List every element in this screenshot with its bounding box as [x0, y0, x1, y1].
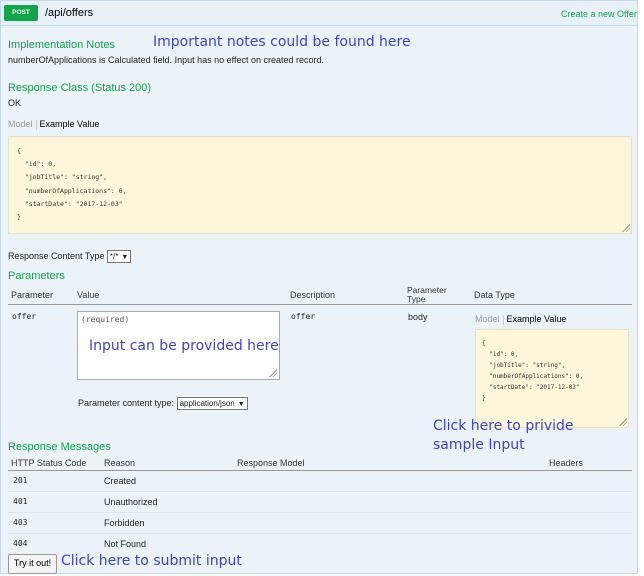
tab-model[interactable]: Model [475, 314, 500, 324]
param-col-parameter-type: Parameter Type [407, 285, 447, 304]
resp-col-model: Response Model [237, 458, 305, 468]
response-messages-heading: Response Messages [8, 441, 111, 453]
datatype-example-code: { "id": 0, "jobTitle": "string", "number… [475, 329, 629, 428]
param-content-type: Parameter content type: application/json… [78, 397, 248, 410]
implementation-notes-heading: Implementation Notes [8, 39, 115, 51]
param-col-parameter: Parameter [11, 290, 54, 300]
resize-handle-icon[interactable] [619, 418, 627, 426]
param-col-description: Description [290, 290, 336, 300]
dropdown-arrow-icon: ▼ [121, 254, 129, 261]
param-col-data-type: Data Type [474, 290, 515, 300]
annotation-sample-line1: Click here to privide [433, 418, 574, 434]
operation-path[interactable]: /api/offers [45, 7, 93, 19]
annotation-submit: Click here to submit input [61, 553, 242, 569]
implementation-notes-text: numberOfApplications is Calculated field… [8, 55, 325, 65]
param-content-type-select[interactable]: application/json ▼ [176, 397, 248, 410]
annotation-input: Input can be provided here [89, 338, 279, 354]
table-row: 403 Forbidden [8, 513, 632, 534]
response-example-box[interactable]: { "id": 0, "jobTitle": "string", "number… [8, 136, 632, 234]
param-content-type-label: Parameter content type: [78, 397, 175, 408]
table-row: 201 Created [8, 471, 632, 492]
method-badge: POST [4, 5, 38, 21]
status-code: 401 [13, 497, 28, 506]
resp-col-status: HTTP Status Code [11, 458, 87, 468]
resp-col-headers: Headers [549, 458, 584, 468]
tab-divider [35, 119, 37, 130]
status-reason: Unauthorized [104, 497, 158, 507]
response-content-type: Response Content Type */* ▼ [8, 250, 132, 263]
status-reason: Created [104, 476, 137, 486]
status-reason: Not Found [104, 539, 147, 549]
table-row: 401 Unauthorized [8, 492, 632, 513]
response-class-heading: Response Class (Status 200) [8, 82, 152, 94]
operation-header[interactable]: POST /api/offers Create a new Offer [1, 1, 637, 26]
param-col-value: Value [77, 290, 100, 300]
param-description: offer [291, 312, 316, 321]
param-table-rule [8, 304, 632, 305]
try-it-out-button[interactable]: Try it out! [8, 554, 57, 574]
status-code: 404 [13, 539, 28, 548]
response-content-type-label: Response Content Type [8, 250, 105, 261]
parameters-heading: Parameters [8, 270, 65, 282]
resize-handle-icon[interactable] [622, 224, 630, 232]
datatype-example-box[interactable]: { "id": 0, "jobTitle": "string", "number… [475, 329, 629, 428]
param-value-placeholder: (required) [81, 315, 130, 324]
response-class-tabs: Model Example Value [8, 119, 99, 130]
response-class-value: OK [8, 98, 22, 108]
response-example-code: { "id": 0, "jobTitle": "string", "number… [8, 136, 632, 234]
status-code: 201 [13, 476, 28, 485]
status-code: 403 [13, 518, 28, 527]
tab-model[interactable]: Model [8, 119, 33, 129]
datatype-tabs: Model Example Value [475, 314, 566, 325]
resize-handle-icon[interactable] [269, 369, 277, 377]
table-row: 404 Not Found [8, 534, 632, 555]
dropdown-arrow-icon: ▼ [237, 401, 245, 408]
annotation-notes: Important notes could be found here [153, 34, 411, 50]
tab-example-value[interactable]: Example Value [507, 314, 567, 324]
tab-example-value[interactable]: Example Value [40, 119, 100, 129]
operation-summary[interactable]: Create a new Offer [561, 9, 637, 19]
param-name: offer [12, 312, 37, 321]
param-type: body [408, 312, 428, 322]
status-reason: Forbidden [104, 518, 145, 528]
tab-divider [502, 314, 504, 325]
response-content-type-select[interactable]: */* ▼ [106, 250, 132, 263]
annotation-sample-line2: sample Input [433, 437, 525, 453]
resp-col-reason: Reason [104, 458, 136, 468]
